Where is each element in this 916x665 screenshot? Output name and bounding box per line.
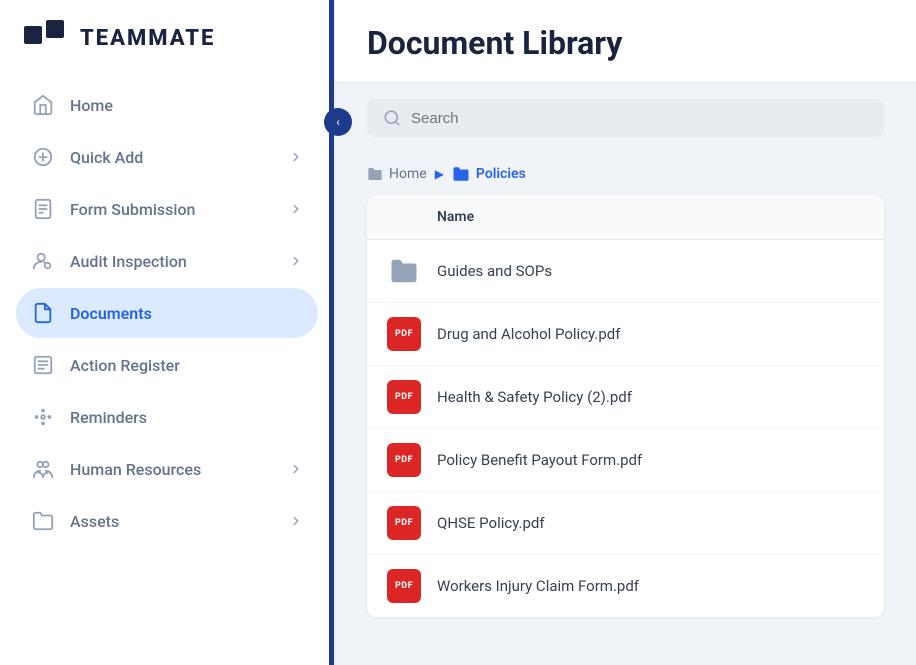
pdf-icon: PDF (387, 380, 421, 414)
sidebar-item-label: Human Resources (70, 460, 274, 479)
folder-icon (387, 254, 421, 288)
main-header: Document Library (335, 0, 916, 83)
reminders-icon (30, 404, 56, 430)
sidebar-item-label: Reminders (70, 408, 304, 427)
logo-icon (24, 20, 68, 56)
audit-icon (30, 248, 56, 274)
sidebar-item-assets[interactable]: Assets (16, 496, 318, 546)
doc-name: Workers Injury Claim Form.pdf (437, 577, 639, 595)
chevron-right-icon (288, 513, 304, 529)
pdf-icon: PDF (387, 317, 421, 351)
doc-name: QHSE Policy.pdf (437, 514, 545, 532)
sidebar-collapse-button[interactable]: ‹ (324, 108, 352, 136)
sidebar-item-label: Quick Add (70, 148, 274, 167)
sidebar-item-audit-inspection[interactable]: Audit Inspection (16, 236, 318, 286)
quick-add-icon (30, 144, 56, 170)
sidebar-item-reminders[interactable]: Reminders (16, 392, 318, 442)
chevron-right-icon (288, 201, 304, 217)
sidebar-item-label: Documents (70, 304, 304, 323)
hr-icon (30, 456, 56, 482)
table-row[interactable]: PDF Drug and Alcohol Policy.pdf (367, 303, 884, 366)
table-row[interactable]: PDF Policy Benefit Payout Form.pdf (367, 429, 884, 492)
form-icon (30, 196, 56, 222)
pdf-icon: PDF (387, 443, 421, 477)
page-title: Document Library (367, 24, 884, 62)
document-list: Name Guides and SOPs PDF Drug and Alcoho… (367, 195, 884, 617)
sidebar-item-human-resources[interactable]: Human Resources (16, 444, 318, 494)
chevron-right-icon (288, 253, 304, 269)
sidebar-item-label: Audit Inspection (70, 252, 274, 271)
sidebar-accent-bar (329, 0, 334, 665)
table-row[interactable]: PDF Health & Safety Policy (2).pdf (367, 366, 884, 429)
sidebar-item-form-submission[interactable]: Form Submission (16, 184, 318, 234)
doc-name: Health & Safety Policy (2).pdf (437, 388, 632, 406)
chevron-left-icon: ‹ (336, 115, 340, 129)
breadcrumb-separator: ▶ (435, 167, 444, 181)
main-content: Document Library Home ▶ Policies Name (335, 0, 916, 665)
search-icon (383, 109, 401, 127)
pdf-icon: PDF (387, 569, 421, 603)
assets-icon (30, 508, 56, 534)
logo-area: TEAMMATE (0, 0, 334, 72)
table-row[interactable]: PDF QHSE Policy.pdf (367, 492, 884, 555)
table-row[interactable]: PDF Workers Injury Claim Form.pdf (367, 555, 884, 617)
chevron-right-icon (288, 149, 304, 165)
search-input[interactable] (411, 110, 868, 127)
sidebar-item-documents[interactable]: Documents (16, 288, 318, 338)
home-icon (30, 92, 56, 118)
sidebar-item-label: Form Submission (70, 200, 274, 219)
sidebar: TEAMMATE Home Quick Add (0, 0, 335, 665)
pdf-icon: PDF (387, 506, 421, 540)
breadcrumb-current-label: Policies (476, 166, 526, 182)
breadcrumb: Home ▶ Policies (335, 153, 916, 195)
sidebar-item-home[interactable]: Home (16, 80, 318, 130)
breadcrumb-current[interactable]: Policies (452, 165, 526, 183)
table-header: Name (367, 195, 884, 240)
sidebar-item-quick-add[interactable]: Quick Add (16, 132, 318, 182)
sidebar-item-label: Assets (70, 512, 274, 531)
sidebar-item-label: Home (70, 96, 304, 115)
doc-name: Policy Benefit Payout Form.pdf (437, 451, 642, 469)
doc-name: Guides and SOPs (437, 262, 552, 280)
sidebar-nav: Home Quick Add (0, 72, 334, 665)
search-bar[interactable] (367, 99, 884, 137)
breadcrumb-home[interactable]: Home (367, 166, 427, 182)
sidebar-item-label: Action Register (70, 356, 304, 375)
brand-name: TEAMMATE (80, 26, 215, 51)
documents-icon (30, 300, 56, 326)
sidebar-item-action-register[interactable]: Action Register (16, 340, 318, 390)
chevron-right-icon (288, 461, 304, 477)
action-icon (30, 352, 56, 378)
table-row[interactable]: Guides and SOPs (367, 240, 884, 303)
breadcrumb-home-label: Home (389, 166, 427, 182)
col-name-header: Name (437, 209, 474, 225)
doc-name: Drug and Alcohol Policy.pdf (437, 325, 620, 343)
